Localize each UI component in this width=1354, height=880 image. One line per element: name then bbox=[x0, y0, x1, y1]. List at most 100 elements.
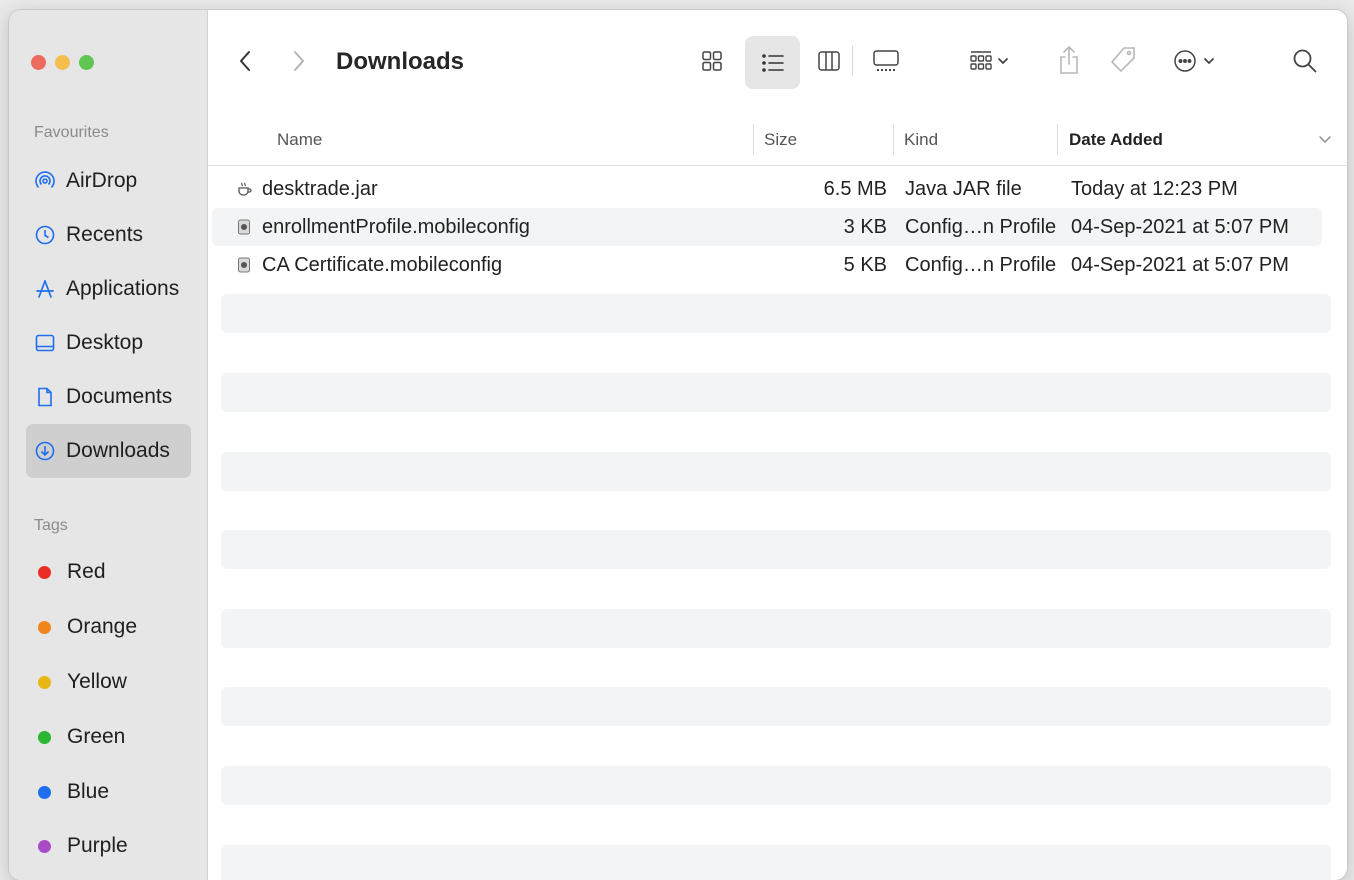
back-button[interactable] bbox=[234, 48, 256, 74]
file-date-added: 04-Sep-2021 at 5:07 PM bbox=[1071, 253, 1289, 276]
column-kind[interactable]: Kind bbox=[904, 114, 938, 165]
applications-icon bbox=[34, 278, 56, 300]
tag-blue[interactable]: Blue bbox=[26, 765, 191, 819]
file-date-added: Today at 12:23 PM bbox=[1071, 177, 1238, 200]
finder-window: Favourites AirDrop Recents Applications … bbox=[9, 10, 1347, 880]
gallery-icon bbox=[873, 50, 899, 71]
table-row[interactable]: CA Certificate.mobileconfig 5 KB Config…… bbox=[212, 246, 1322, 284]
file-name: CA Certificate.mobileconfig bbox=[262, 253, 503, 276]
list-icon bbox=[761, 53, 784, 72]
empty-row-stripe bbox=[221, 530, 1331, 569]
empty-row-stripe bbox=[221, 452, 1331, 491]
sidebar-item-documents[interactable]: Documents bbox=[26, 370, 191, 424]
tag-red[interactable]: Red bbox=[26, 545, 191, 599]
tags-heading: Tags bbox=[34, 517, 68, 534]
clock-icon bbox=[34, 224, 56, 246]
favourites-heading: Favourites bbox=[34, 124, 109, 141]
column-date-added[interactable]: Date Added bbox=[1069, 114, 1163, 165]
blue-dot-icon bbox=[38, 785, 51, 799]
group-icon bbox=[970, 51, 1008, 70]
document-icon bbox=[34, 386, 56, 408]
tag-label: Blue bbox=[67, 780, 110, 803]
green-dot-icon bbox=[38, 730, 51, 744]
tag-label: Yellow bbox=[67, 670, 127, 693]
table-row[interactable]: enrollmentProfile.mobileconfig 3 KB Conf… bbox=[212, 208, 1322, 246]
file-size: 6.5 MB bbox=[823, 177, 887, 200]
orange-dot-icon bbox=[38, 620, 51, 634]
tag-label: Green bbox=[67, 725, 126, 748]
column-size[interactable]: Size bbox=[764, 114, 797, 165]
profile-icon bbox=[236, 257, 252, 273]
more-actions-button[interactable] bbox=[1168, 44, 1224, 78]
forward-button[interactable] bbox=[288, 48, 310, 74]
sidebar-item-airdrop[interactable]: AirDrop bbox=[26, 154, 191, 208]
file-name: desktrade.jar bbox=[262, 177, 378, 200]
tag-label: Red bbox=[67, 560, 106, 583]
empty-row-stripe bbox=[221, 687, 1331, 726]
share-button[interactable] bbox=[1054, 40, 1084, 80]
column-kind-label: Kind bbox=[904, 129, 939, 149]
table-row[interactable]: desktrade.jar 6.5 MB Java JAR file Today… bbox=[212, 170, 1322, 208]
empty-row-stripe bbox=[221, 373, 1331, 412]
tag-orange[interactable]: Orange bbox=[26, 600, 191, 654]
sidebar-item-label: Recents bbox=[66, 223, 144, 246]
tag-button[interactable] bbox=[1105, 42, 1141, 78]
sidebar-item-recents[interactable]: Recents bbox=[26, 208, 191, 262]
sidebar-item-desktop[interactable]: Desktop bbox=[26, 316, 191, 370]
empty-row-stripe bbox=[221, 845, 1331, 880]
sidebar-item-downloads[interactable]: Downloads bbox=[26, 424, 191, 478]
ellipsis-circle-icon bbox=[1174, 50, 1214, 72]
column-header: Name Size Kind Date Added bbox=[208, 114, 1347, 166]
icon-view-button[interactable] bbox=[695, 44, 729, 78]
sidebar-item-label: Downloads bbox=[66, 439, 170, 462]
sidebar-item-applications[interactable]: Applications bbox=[26, 262, 191, 316]
list-view-button[interactable] bbox=[745, 36, 800, 89]
file-size: 5 KB bbox=[843, 253, 887, 276]
column-name[interactable]: Name bbox=[277, 114, 322, 165]
jar-icon bbox=[236, 181, 252, 197]
column-divider[interactable] bbox=[893, 124, 894, 155]
file-kind: Config…n Profile bbox=[905, 215, 1057, 238]
search-button[interactable] bbox=[1288, 44, 1322, 78]
empty-row-stripe bbox=[221, 609, 1331, 648]
desktop-icon bbox=[34, 332, 56, 354]
gallery-view-button[interactable] bbox=[868, 44, 904, 78]
empty-row-stripe bbox=[221, 766, 1331, 805]
empty-row-stripe bbox=[221, 294, 1331, 333]
tag-green[interactable]: Green bbox=[26, 710, 191, 764]
close-button[interactable] bbox=[31, 55, 46, 70]
file-name: enrollmentProfile.mobileconfig bbox=[262, 215, 530, 238]
column-divider[interactable] bbox=[753, 124, 754, 155]
sidebar-item-label: Applications bbox=[66, 277, 180, 300]
grid-icon bbox=[702, 51, 722, 71]
yellow-dot-icon bbox=[38, 675, 51, 689]
search-icon bbox=[1293, 49, 1317, 73]
window-title: Downloads bbox=[336, 48, 465, 75]
window-controls bbox=[31, 55, 94, 70]
tag-label: Orange bbox=[67, 615, 138, 638]
sidebar-item-label: Desktop bbox=[66, 331, 144, 354]
group-by-button[interactable] bbox=[960, 44, 1020, 78]
tag-label: Purple bbox=[67, 834, 128, 857]
file-name-cell: enrollmentProfile.mobileconfig bbox=[236, 208, 530, 246]
chevron-right-icon bbox=[294, 51, 304, 71]
download-icon bbox=[34, 440, 56, 462]
file-kind: Java JAR file bbox=[905, 177, 1022, 200]
tag-yellow[interactable]: Yellow bbox=[26, 655, 191, 709]
sort-chevron-icon[interactable] bbox=[1318, 114, 1332, 165]
columns-icon bbox=[818, 51, 840, 71]
file-name-cell: desktrade.jar bbox=[236, 170, 378, 208]
column-divider[interactable] bbox=[1057, 124, 1058, 155]
toolbar-divider bbox=[852, 46, 853, 76]
column-view-button[interactable] bbox=[812, 44, 846, 78]
sidebar-item-label: Documents bbox=[66, 385, 173, 408]
sidebar-item-label: AirDrop bbox=[66, 169, 138, 192]
minimize-button[interactable] bbox=[55, 55, 70, 70]
tag-icon bbox=[1110, 47, 1135, 73]
airdrop-icon bbox=[34, 170, 56, 192]
share-icon bbox=[1060, 45, 1078, 74]
zoom-button[interactable] bbox=[79, 55, 94, 70]
column-size-label: Size bbox=[764, 129, 798, 149]
toolbar: Downloads bbox=[208, 10, 1347, 115]
file-kind: Config…n Profile bbox=[905, 253, 1057, 276]
